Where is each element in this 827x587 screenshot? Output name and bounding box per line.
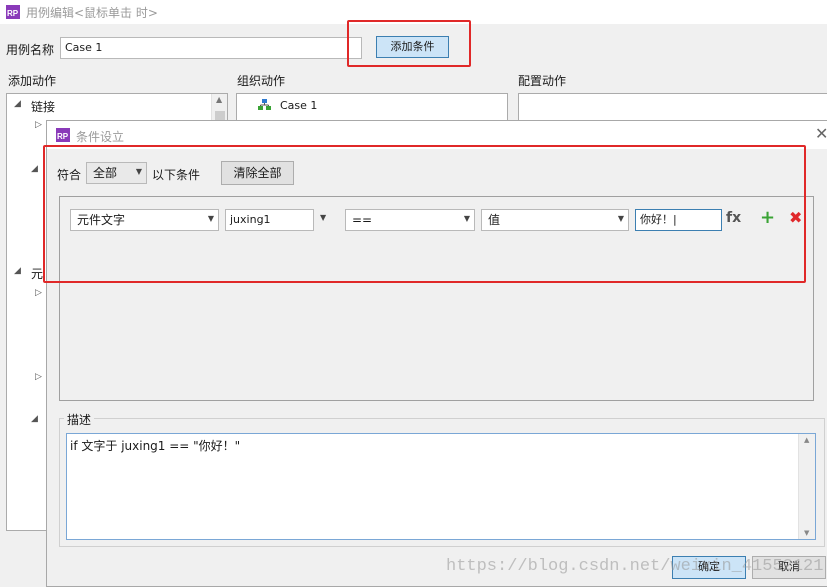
configure-action-heading: 配置动作 — [518, 74, 567, 88]
case-editor-title: 用例编辑<鼠标单击 时> — [26, 6, 158, 20]
description-textarea[interactable]: if 文字于 juxing1 == "你好！" ▲ ▼ — [66, 433, 816, 540]
organize-case-item[interactable]: Case 1 — [280, 99, 317, 112]
expand-triangle-icon[interactable]: ◢ — [31, 164, 38, 174]
organize-action-panel[interactable]: Case 1 — [236, 93, 508, 123]
expand-triangle-icon[interactable]: ◢ — [31, 414, 38, 424]
collapsed-triangle-icon[interactable]: ▷ — [35, 372, 42, 382]
csdn-watermark: https://blog.csdn.net/weixin_41552121 — [446, 557, 824, 576]
dialog-close-icon[interactable]: ✕ — [815, 124, 827, 143]
axure-rp-logo-icon: RP — [56, 128, 70, 142]
scroll-up-icon[interactable]: ▲ — [804, 436, 809, 444]
tree-item-widget[interactable]: 元 — [31, 265, 43, 282]
expand-triangle-icon[interactable]: ◢ — [14, 266, 21, 276]
description-scrollbar[interactable]: ▲ ▼ — [798, 434, 815, 539]
dialog-title: 条件设立 — [76, 130, 125, 144]
collapsed-triangle-icon[interactable]: ▷ — [35, 120, 42, 130]
tree-item-link[interactable]: 链接 — [31, 98, 55, 115]
description-label: 描述 — [64, 411, 95, 428]
scroll-down-icon[interactable]: ▼ — [804, 529, 809, 537]
scroll-up-icon[interactable]: ▲ — [216, 95, 222, 104]
case-name-input[interactable]: Case 1 — [60, 37, 362, 59]
add-action-heading: 添加动作 — [8, 74, 57, 88]
highlight-box-conditions — [43, 145, 806, 283]
case-tree-icon — [258, 99, 271, 110]
axure-rp-logo-icon: RP — [6, 5, 20, 19]
case-name-label: 用例名称 — [6, 43, 55, 57]
organize-action-heading: 组织动作 — [237, 74, 286, 88]
configure-action-panel — [518, 93, 827, 123]
condition-dialog: RP 条件设立 ✕ 符合 全部 ▼ 以下条件 清除全部 元件文字 ▼ juxin… — [43, 120, 827, 587]
description-text: if 文字于 juxing1 == "你好！" — [70, 439, 241, 453]
collapsed-triangle-icon[interactable]: ▷ — [35, 288, 42, 298]
expand-triangle-icon[interactable]: ◢ — [14, 99, 21, 109]
highlight-box-add-condition — [347, 20, 471, 67]
